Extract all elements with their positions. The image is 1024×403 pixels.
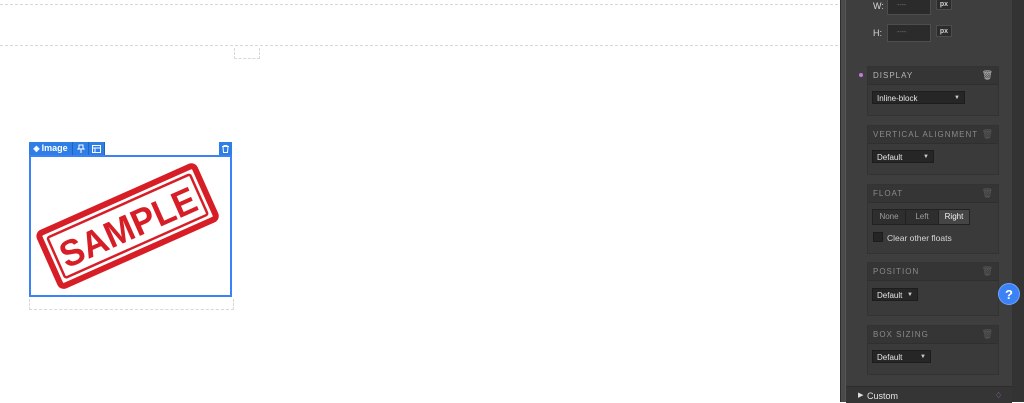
canvas-section-guide <box>0 45 838 46</box>
float-right-button[interactable]: Right <box>939 210 969 224</box>
width-input[interactable]: ---- <box>887 0 931 15</box>
chevron-down-icon: ▼ <box>907 292 913 298</box>
trash-icon[interactable]: 🗑 <box>982 129 993 140</box>
float-left-button[interactable]: Left <box>906 210 939 224</box>
trash-icon[interactable]: 🗑 <box>982 329 993 340</box>
clear-floats-label: Clear other floats <box>887 233 952 243</box>
chevron-down-icon: ▼ <box>920 354 926 360</box>
selected-image[interactable]: SAMPLE <box>29 155 232 297</box>
position-value: Default <box>877 291 903 300</box>
position-select[interactable]: Default ▼ <box>872 288 918 301</box>
display-value: Inline-block <box>877 94 918 103</box>
image-wrapper-guide <box>29 299 234 310</box>
height-input[interactable]: ---- <box>887 24 931 42</box>
sample-stamp-image: SAMPLE <box>36 163 219 289</box>
trash-icon[interactable]: 🗑 <box>982 266 993 277</box>
caret-right-icon: ▶ <box>858 392 864 399</box>
trash-icon[interactable]: 🗑 <box>982 188 993 199</box>
design-canvas[interactable]: ◈ Image SAMPLE <box>0 0 840 402</box>
display-section-title: DISPLAY <box>873 71 914 80</box>
vertical-alignment-select[interactable]: Default ▼ <box>872 150 934 163</box>
element-tag-label: Image <box>41 143 68 153</box>
display-select[interactable]: Inline-block ▼ <box>872 91 965 104</box>
vertical-alignment-title: VERTICAL ALIGNMENT <box>873 130 979 139</box>
trash-icon[interactable]: 🗑 <box>982 70 993 81</box>
canvas-block-guide <box>234 48 260 59</box>
image-settings-button[interactable] <box>89 142 105 155</box>
clear-floats-checkbox[interactable] <box>873 232 883 242</box>
layers-icon: ◈ <box>33 144 40 153</box>
trash-icon <box>222 144 229 153</box>
canvas-section-guide <box>0 4 838 5</box>
delete-element-button[interactable] <box>219 142 232 155</box>
help-button[interactable]: ? <box>998 283 1020 305</box>
element-tag-badge[interactable]: ◈ Image <box>29 142 73 155</box>
width-unit-toggle[interactable]: px <box>936 0 952 10</box>
image-settings-icon <box>92 144 101 153</box>
panel-scrollbar[interactable] <box>1012 0 1024 402</box>
box-sizing-section-title: BOX SIZING <box>873 330 929 339</box>
pin-icon <box>76 144 85 153</box>
chevron-down-icon: ▼ <box>923 154 929 160</box>
float-none-button[interactable]: None <box>873 210 906 224</box>
box-sizing-select[interactable]: Default ▼ <box>872 350 931 363</box>
float-options: None Left Right <box>872 209 970 225</box>
width-label: W: <box>873 1 884 11</box>
drop-icon: ♢ <box>995 391 1003 400</box>
height-unit-toggle[interactable]: px <box>936 25 952 37</box>
custom-section-label: Custom <box>867 391 899 401</box>
position-section-title: POSITION <box>873 267 920 276</box>
float-section-title: FLOAT <box>873 189 904 198</box>
image-element-toolbar: ◈ Image <box>29 142 105 155</box>
modified-indicator <box>859 73 863 77</box>
box-sizing-value: Default <box>877 353 903 362</box>
chevron-down-icon: ▼ <box>954 95 960 101</box>
height-label: H: <box>873 28 882 38</box>
vertical-alignment-value: Default <box>877 153 903 162</box>
pin-button[interactable] <box>73 142 89 155</box>
